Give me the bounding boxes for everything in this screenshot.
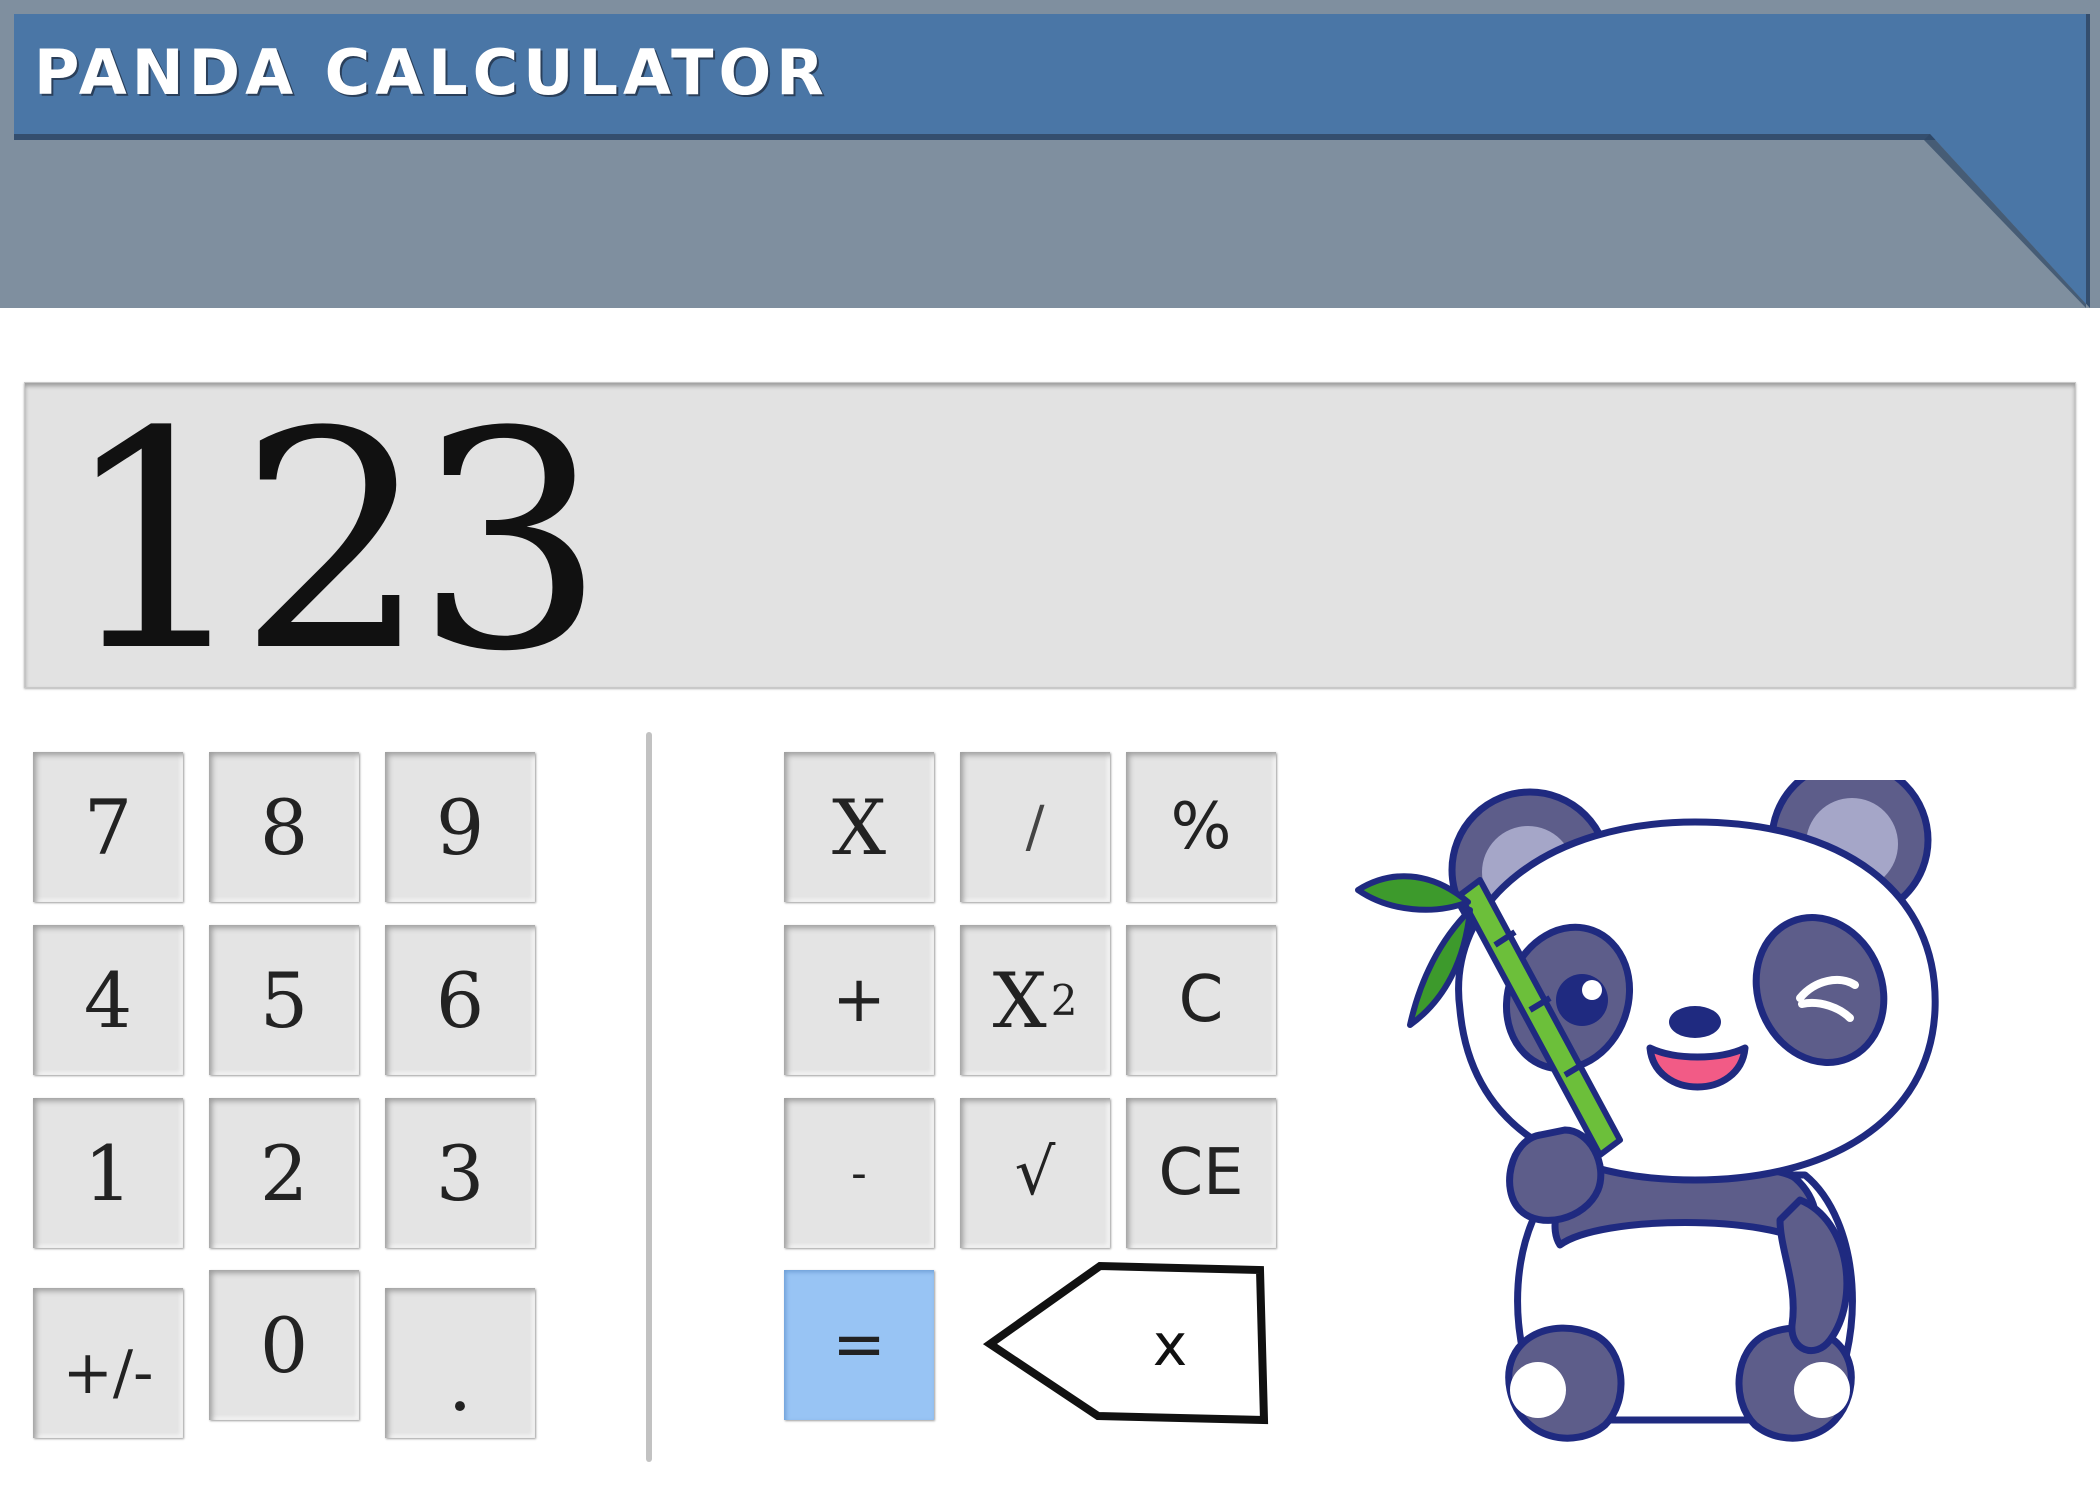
key-subtract[interactable]: - <box>784 1098 934 1248</box>
key-5[interactable]: 5 <box>209 925 359 1075</box>
key-7[interactable]: 7 <box>33 752 183 902</box>
key-clear[interactable]: C <box>1126 925 1276 1075</box>
key-9[interactable]: 9 <box>385 752 535 902</box>
key-square-base: X <box>992 955 1047 1045</box>
key-sqrt[interactable]: √ <box>960 1098 1110 1248</box>
keypad-divider <box>646 732 652 1462</box>
display-value: 123 <box>61 368 606 717</box>
key-2[interactable]: 2 <box>209 1098 359 1248</box>
key-percent[interactable]: % <box>1126 752 1276 902</box>
app-header: PANDA CALCULATOR <box>0 0 2100 308</box>
key-square-exponent: 2 <box>1050 975 1078 1025</box>
key-decimal[interactable]: . <box>385 1288 535 1438</box>
key-8[interactable]: 8 <box>209 752 359 902</box>
key-0[interactable]: 0 <box>209 1270 359 1420</box>
key-4[interactable]: 4 <box>33 925 183 1075</box>
key-square[interactable]: X2 <box>960 925 1110 1075</box>
key-negate[interactable]: +/- <box>33 1288 183 1438</box>
key-3[interactable]: 3 <box>385 1098 535 1248</box>
key-add[interactable]: + <box>784 925 934 1075</box>
backspace-arrow-icon[interactable] <box>982 1260 1272 1428</box>
key-multiply[interactable]: X <box>784 752 934 902</box>
key-6[interactable]: 6 <box>385 925 535 1075</box>
app-title: PANDA CALCULATOR <box>34 36 829 109</box>
key-clear-entry[interactable]: CE <box>1126 1098 1276 1248</box>
key-divide[interactable]: / <box>960 752 1110 902</box>
panda-with-bamboo-icon <box>1355 780 1939 1442</box>
key-equals[interactable]: = <box>784 1270 934 1420</box>
key-1[interactable]: 1 <box>33 1098 183 1248</box>
calculator-display: 123 <box>24 382 2076 693</box>
